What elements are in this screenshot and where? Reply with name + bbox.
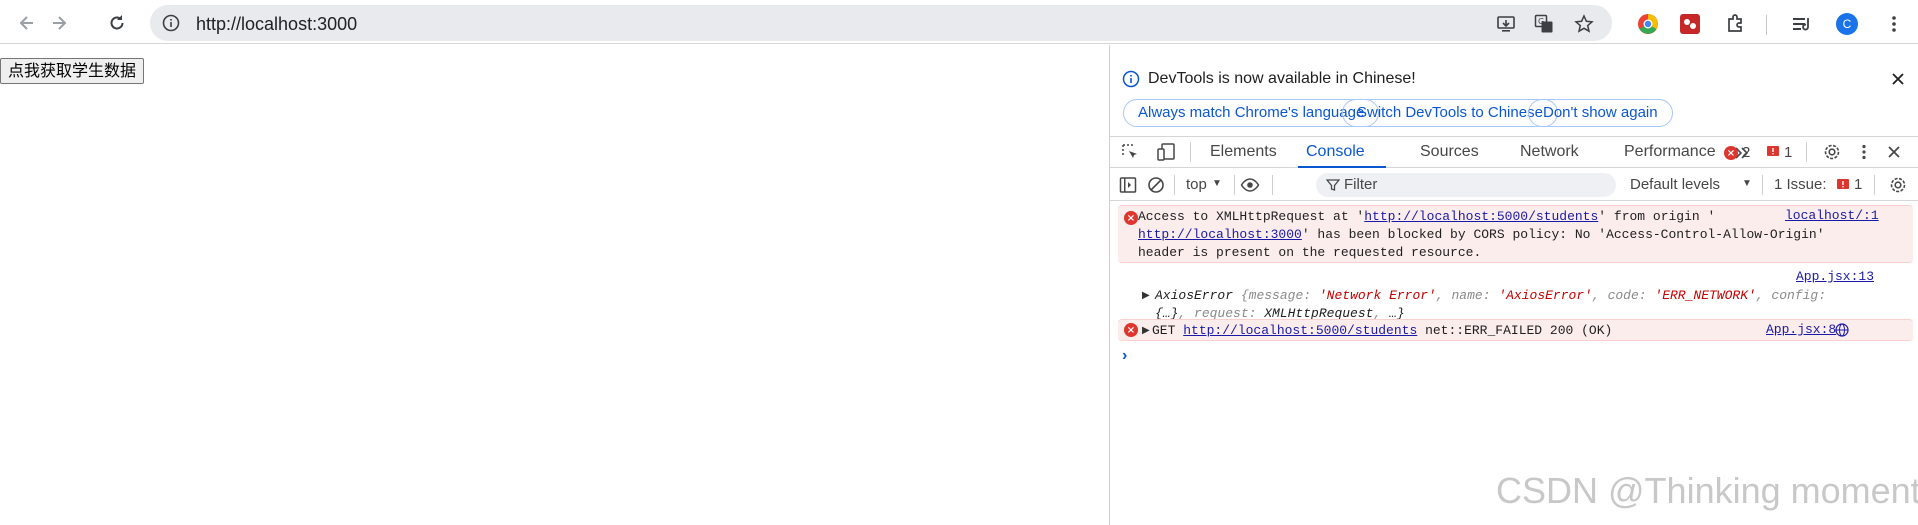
expand-caret-icon[interactable]: ▶ — [1142, 290, 1150, 301]
context-dropdown-icon[interactable]: ▼ — [1212, 178, 1222, 189]
watermark-text: CSDN @Thinking moment — [1496, 470, 1918, 511]
devtools-menu-icon[interactable] — [1854, 142, 1874, 162]
axios-key: code — [1607, 288, 1639, 303]
cors-text: ' from origin ' — [1598, 209, 1716, 224]
console-settings-icon[interactable] — [1888, 175, 1908, 195]
translate-icon[interactable]: G — [1534, 14, 1554, 34]
toolbar-divider — [1234, 175, 1235, 195]
axios-key: message — [1248, 288, 1304, 303]
notice-text: DevTools is now available in Chinese! — [1148, 70, 1416, 87]
tab-performance[interactable]: Performance — [1624, 143, 1716, 161]
toolbar-divider — [1874, 175, 1875, 195]
axios-name: AxiosError — [1155, 288, 1234, 303]
issues-badge-count[interactable]: 1 — [1854, 176, 1862, 193]
toolbar-divider — [1766, 15, 1767, 35]
tab-network[interactable]: Network — [1520, 143, 1579, 161]
forward-icon[interactable] — [46, 10, 72, 36]
cors-error-line3: header is present on the requested resou… — [1138, 245, 1482, 260]
get-status: net::ERR_FAILED 200 (OK) — [1425, 323, 1613, 338]
axios-key: name — [1451, 288, 1483, 303]
active-tab-indicator — [1298, 166, 1386, 168]
cors-students-link[interactable]: http://localhost:5000/students — [1364, 209, 1598, 224]
back-icon[interactable] — [14, 10, 40, 36]
menu-kebab-icon[interactable] — [1882, 12, 1906, 36]
toolbar-divider — [1762, 175, 1763, 195]
console-prompt-icon[interactable]: › — [1122, 347, 1127, 365]
tab-console[interactable]: Console — [1306, 143, 1365, 161]
issue-count[interactable]: 1 — [1784, 144, 1792, 161]
extensions-puzzle-icon[interactable] — [1724, 12, 1748, 36]
bookmark-star-icon[interactable] — [1574, 14, 1594, 34]
network-globe-icon[interactable] — [1835, 323, 1849, 337]
chrome-extension-icon[interactable] — [1636, 12, 1660, 36]
axios-error-line1[interactable]: AxiosError {message: 'Network Error', na… — [1155, 287, 1826, 305]
fetch-students-button[interactable]: 点我获取学生数据 — [0, 58, 145, 84]
live-expression-eye-icon[interactable] — [1240, 175, 1260, 195]
filter-input[interactable]: Filter — [1316, 173, 1616, 197]
cors-origin-link[interactable]: http://localhost:3000 — [1138, 227, 1302, 242]
error-icon: × — [1124, 211, 1138, 225]
tab-divider — [1806, 142, 1807, 162]
cors-error-line2: http://localhost:3000' has been blocked … — [1138, 226, 1825, 244]
get-url-link[interactable]: http://localhost:5000/students — [1183, 323, 1417, 338]
get-error-line: GET http://localhost:5000/students net::… — [1152, 322, 1612, 340]
levels-dropdown-icon[interactable]: ▼ — [1742, 178, 1752, 189]
log-levels-dropdown[interactable]: Default levels — [1630, 176, 1720, 193]
svg-text:G: G — [1538, 17, 1544, 26]
sidebar-toggle-icon[interactable] — [1118, 175, 1138, 195]
reload-icon[interactable] — [104, 10, 130, 36]
filter-funnel-icon — [1325, 178, 1341, 192]
tab-divider — [1190, 142, 1191, 162]
axios-value: 'Network Error' — [1318, 288, 1436, 303]
filter-placeholder[interactable]: Filter — [1344, 176, 1377, 193]
device-toolbar-icon[interactable] — [1156, 142, 1176, 162]
expand-caret-icon[interactable]: ▶ — [1142, 325, 1150, 336]
dont-show-again-button[interactable]: Don't show again — [1528, 99, 1673, 127]
devtools-tabbar: Elements Console Sources Network Perform… — [1110, 136, 1918, 168]
cors-text: ' has been blocked by CORS policy: No 'A… — [1301, 227, 1825, 242]
error-icon: × — [1124, 323, 1138, 337]
close-devtools-icon[interactable] — [1884, 142, 1904, 162]
site-info-icon[interactable] — [162, 14, 180, 32]
toolbar-divider — [1272, 175, 1273, 195]
tab-elements[interactable]: Elements — [1210, 143, 1277, 161]
error-count[interactable]: 2 — [1742, 144, 1750, 161]
get-source-link[interactable]: App.jsx:8 — [1766, 322, 1836, 337]
install-app-icon[interactable] — [1496, 14, 1516, 34]
issue-flag-icon[interactable] — [1836, 178, 1850, 192]
tab-sources[interactable]: Sources — [1420, 143, 1479, 161]
reading-list-icon[interactable] — [1790, 12, 1814, 36]
error-count-icon[interactable]: × — [1724, 146, 1738, 160]
extension-red-icon[interactable] — [1678, 12, 1702, 36]
cors-text: Access to XMLHttpRequest at ' — [1138, 209, 1365, 224]
profile-avatar[interactable]: C — [1836, 13, 1858, 35]
toolbar-divider — [1174, 175, 1175, 195]
issue-flag-icon[interactable] — [1766, 145, 1780, 159]
axios-source-link[interactable]: App.jsx:13 — [1796, 269, 1874, 284]
issues-label[interactable]: 1 Issue: — [1774, 176, 1827, 193]
browser-toolbar: http://localhost:3000 G C — [0, 0, 1918, 44]
info-icon — [1122, 70, 1140, 88]
close-icon[interactable] — [1888, 69, 1908, 89]
get-method: GET — [1152, 323, 1176, 338]
context-selector[interactable]: top — [1186, 176, 1207, 193]
cors-source-link[interactable]: localhost/:1 — [1785, 208, 1879, 223]
cors-error-line1: Access to XMLHttpRequest at 'http://loca… — [1138, 208, 1715, 226]
address-bar[interactable]: http://localhost:3000 G — [150, 5, 1612, 41]
clear-console-icon[interactable] — [1146, 175, 1166, 195]
match-language-button[interactable]: Always match Chrome's language — [1123, 99, 1380, 127]
url-text[interactable]: http://localhost:3000 — [196, 14, 357, 35]
language-notice: DevTools is now available in Chinese! Al… — [1110, 45, 1918, 129]
axios-value: 'ERR_NETWORK' — [1654, 288, 1756, 303]
axios-key: config — [1771, 288, 1819, 303]
switch-chinese-button[interactable]: Switch DevTools to Chinese — [1342, 99, 1558, 127]
devtools-panel: DevTools is now available in Chinese! Al… — [1109, 45, 1918, 525]
settings-gear-icon[interactable] — [1822, 142, 1842, 162]
axios-value: 'AxiosError' — [1498, 288, 1592, 303]
console-toolbar: top ▼ Filter Default levels ▼ 1 Issue: 1 — [1110, 169, 1918, 201]
inspect-element-icon[interactable] — [1120, 142, 1140, 162]
